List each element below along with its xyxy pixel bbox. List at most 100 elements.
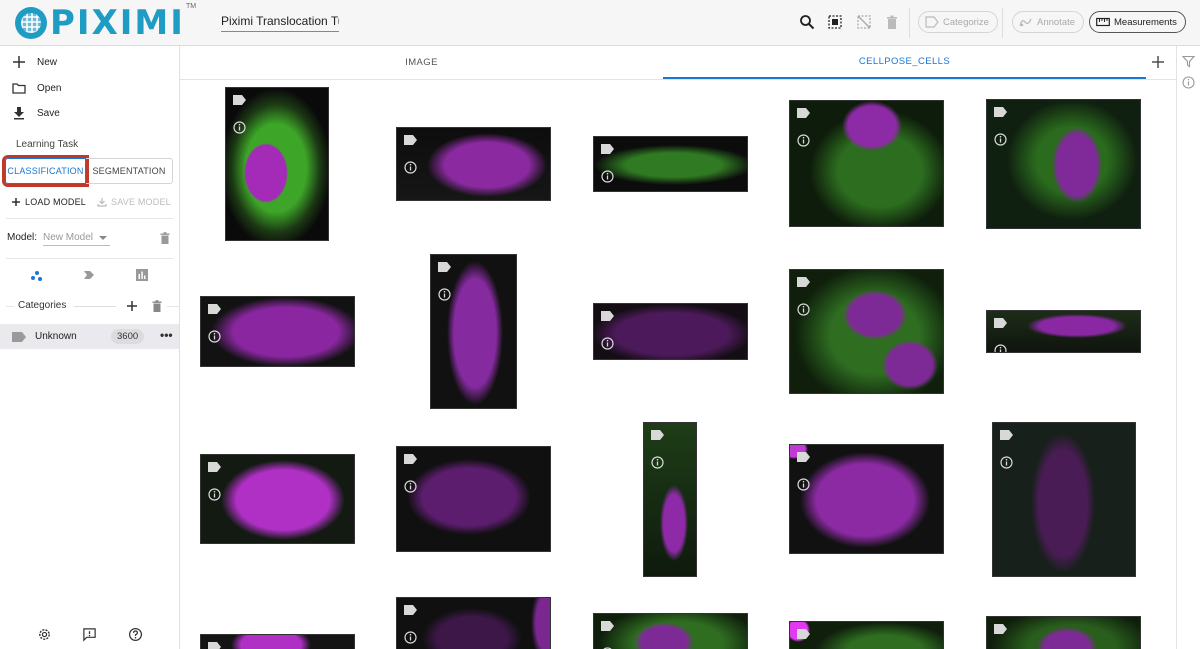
save-project-button[interactable]: Save <box>0 101 180 125</box>
info-icon[interactable] <box>438 288 451 301</box>
object-thumbnail[interactable] <box>593 613 748 649</box>
add-tab-icon[interactable] <box>1150 54 1166 70</box>
categorize-button[interactable]: Categorize <box>918 11 998 33</box>
learning-task-heading: Learning Task <box>16 139 79 150</box>
label-icon <box>404 454 417 464</box>
object-thumbnail[interactable] <box>986 310 1141 353</box>
divider <box>6 306 14 307</box>
measurements-button[interactable]: Measurements <box>1089 11 1186 33</box>
folder-icon <box>12 81 26 95</box>
object-thumbnail[interactable] <box>200 296 355 367</box>
new-project-button[interactable]: New <box>0 50 180 74</box>
category-item-unknown[interactable]: Unknown 3600 ••• <box>0 324 179 349</box>
object-thumbnail[interactable] <box>593 303 748 360</box>
label-icon <box>1000 430 1013 440</box>
object-thumbnail[interactable] <box>986 616 1141 649</box>
object-thumbnail[interactable] <box>992 422 1136 577</box>
save-label: Save <box>37 107 60 119</box>
add-category-icon[interactable] <box>124 298 140 314</box>
model-select-value: New Model <box>43 232 94 243</box>
download-icon <box>12 106 26 120</box>
info-icon[interactable] <box>233 121 246 134</box>
info-icon[interactable] <box>208 488 221 501</box>
scatter-plot-icon[interactable] <box>28 267 44 283</box>
sidebar: New Open Save Learning Task CLASSIFICATI… <box>0 46 180 649</box>
info-icon[interactable] <box>208 330 221 343</box>
object-thumbnail[interactable] <box>789 444 944 554</box>
help-icon[interactable] <box>127 626 143 642</box>
tab-image[interactable]: IMAGE <box>180 46 663 79</box>
divider <box>74 306 116 307</box>
category-name: Unknown <box>35 331 77 342</box>
settings-gear-icon[interactable] <box>36 626 52 642</box>
tab-cellpose-cells[interactable]: CELLPOSE_CELLS <box>663 46 1146 79</box>
info-icon[interactable] <box>404 631 417 644</box>
object-thumbnail[interactable] <box>396 597 551 649</box>
object-thumbnail[interactable] <box>430 254 517 409</box>
info-icon[interactable] <box>797 303 810 316</box>
info-icon[interactable] <box>797 478 810 491</box>
delete-model-icon[interactable] <box>157 230 173 246</box>
label-icon <box>404 135 417 145</box>
segmentation-button[interactable]: SEGMENTATION <box>86 158 173 184</box>
annotate-button[interactable]: Annotate <box>1012 11 1085 33</box>
label-icon <box>438 262 451 272</box>
label-icon <box>601 144 614 154</box>
select-all-icon[interactable] <box>826 13 844 31</box>
more-options-icon[interactable]: ••• <box>160 329 173 341</box>
info-icon[interactable] <box>994 133 1007 146</box>
save-model-button[interactable]: SAVE MODEL <box>97 195 171 209</box>
info-icon[interactable] <box>994 344 1007 353</box>
object-thumbnail[interactable] <box>200 454 355 544</box>
info-icon[interactable] <box>1000 456 1013 469</box>
object-thumbnail[interactable] <box>789 100 944 227</box>
label-icon <box>208 462 221 472</box>
filter-icon[interactable] <box>1182 55 1195 68</box>
info-icon[interactable] <box>1182 76 1195 89</box>
annotate-icon <box>1019 18 1032 27</box>
info-icon[interactable] <box>404 161 417 174</box>
right-rail <box>1176 46 1200 649</box>
feedback-icon[interactable] <box>81 626 97 642</box>
label-icon <box>994 318 1007 328</box>
object-thumbnail[interactable] <box>789 621 944 649</box>
object-thumbnail[interactable] <box>396 127 551 201</box>
label-icon <box>208 642 221 649</box>
deselect-icon[interactable] <box>855 13 873 31</box>
object-thumbnail[interactable] <box>643 422 697 577</box>
learning-task-toggle: CLASSIFICATION SEGMENTATION <box>2 155 173 187</box>
info-icon[interactable] <box>601 170 614 183</box>
info-icon[interactable] <box>651 456 664 469</box>
bar-chart-icon[interactable] <box>134 267 150 283</box>
classification-button[interactable]: CLASSIFICATION <box>2 155 89 187</box>
info-icon[interactable] <box>404 480 417 493</box>
chevron-down-icon <box>99 235 107 240</box>
zoom-icon[interactable] <box>798 13 816 31</box>
piximi-logo[interactable]: PIXIMI <box>15 6 185 40</box>
model-label: Model: <box>7 232 38 243</box>
label-icon <box>601 621 614 631</box>
object-thumbnail[interactable] <box>593 136 748 192</box>
object-thumbnail[interactable] <box>789 269 944 394</box>
logo-trademark: TM <box>186 3 197 10</box>
category-count-badge: 3600 <box>111 329 145 344</box>
toolbar-separator <box>1002 8 1003 38</box>
label-icon <box>994 107 1007 117</box>
load-model-button[interactable]: LOAD MODEL <box>11 195 86 209</box>
object-thumbnail[interactable] <box>225 87 329 241</box>
delete-categories-icon[interactable] <box>149 298 165 314</box>
object-thumbnail[interactable] <box>986 99 1141 229</box>
object-thumbnail[interactable] <box>396 446 551 552</box>
open-project-button[interactable]: Open <box>0 76 180 100</box>
info-icon[interactable] <box>601 337 614 350</box>
label-forward-icon[interactable] <box>81 267 97 283</box>
plus-icon <box>12 198 20 206</box>
delete-icon[interactable] <box>883 13 901 31</box>
divider <box>167 306 179 307</box>
info-icon[interactable] <box>797 134 810 147</box>
new-label: New <box>37 56 58 68</box>
label-icon <box>12 331 26 342</box>
model-select[interactable]: New Model <box>43 230 110 246</box>
project-name-input[interactable]: Piximi Translocation Tu <box>221 12 339 32</box>
object-thumbnail[interactable] <box>200 634 355 649</box>
